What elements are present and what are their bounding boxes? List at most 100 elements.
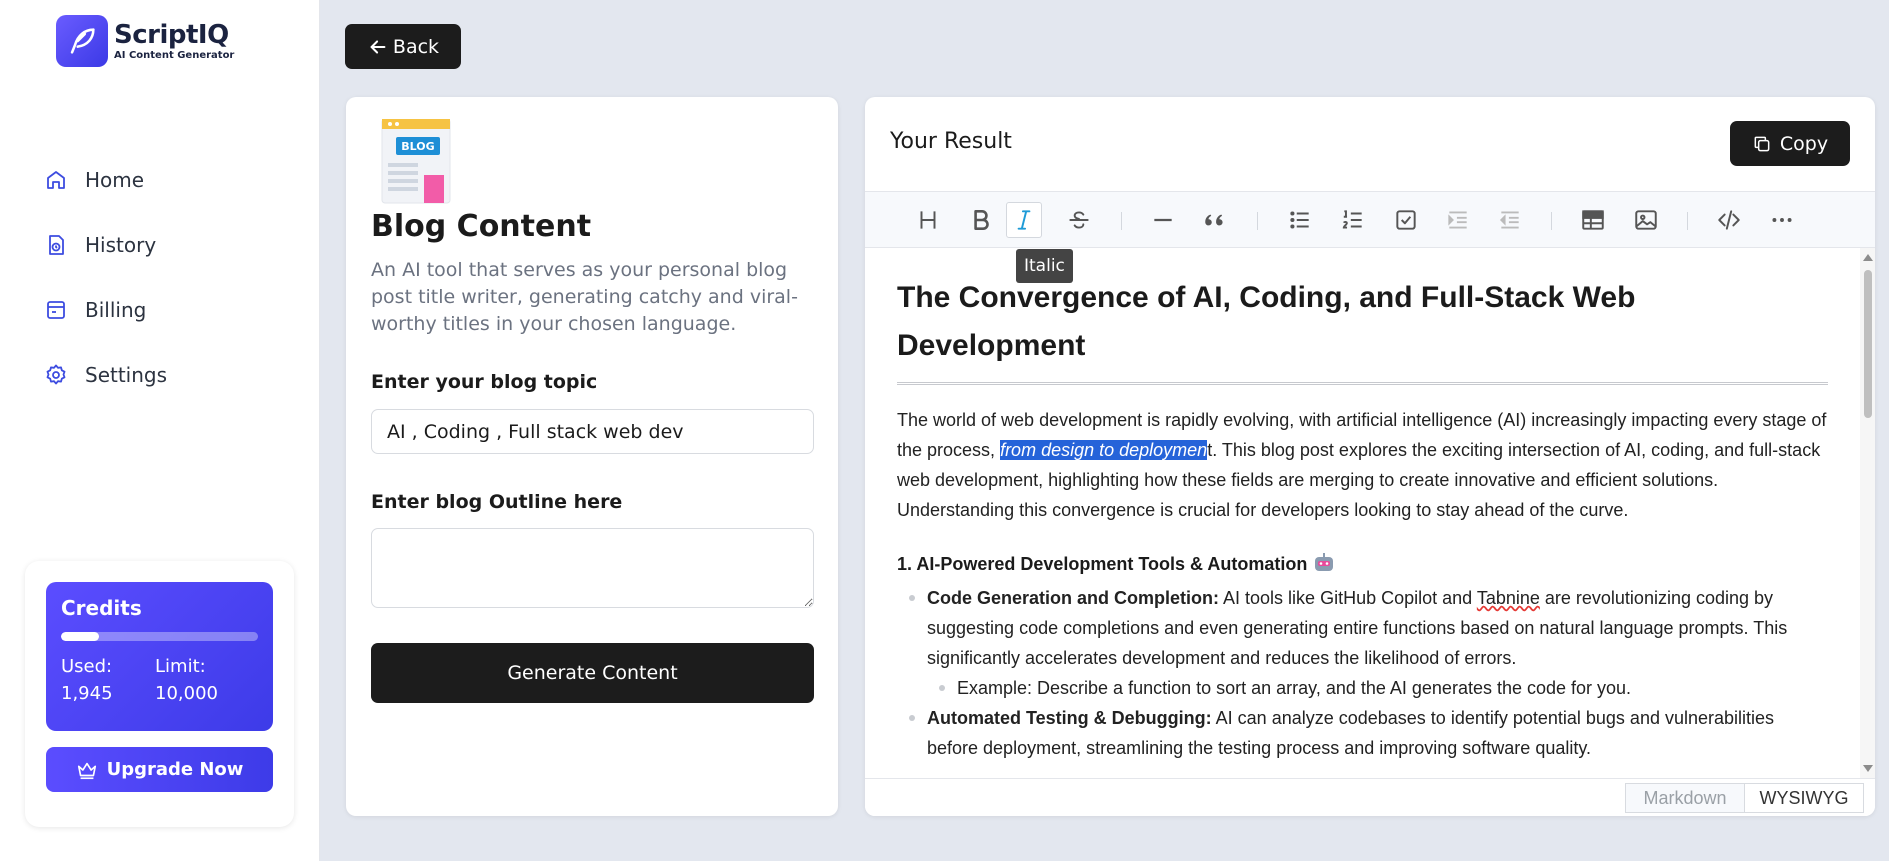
- credits-limit-label: Limit:: [155, 656, 206, 677]
- outline-label: Enter blog Outline here: [371, 491, 623, 513]
- blog-form-panel: BLOG Blog Content An AI tool that serves…: [346, 97, 838, 816]
- upgrade-label: Upgrade Now: [106, 759, 244, 780]
- credits-card: Credits Used: 1,945 Limit: 10,000 Upgrad…: [25, 561, 294, 827]
- bullet-list-button[interactable]: [1282, 202, 1318, 238]
- bold-button[interactable]: [963, 202, 999, 238]
- italic-icon: [1017, 210, 1031, 230]
- blog-badge-text: BLOG: [401, 140, 434, 153]
- wysiwyg-mode-tab[interactable]: WYSIWYG: [1744, 783, 1864, 813]
- credits-box: Credits Used: 1,945 Limit: 10,000: [46, 582, 273, 731]
- outdent-button[interactable]: [1492, 202, 1528, 238]
- table-icon: [1582, 210, 1604, 230]
- image-icon: [1635, 210, 1657, 230]
- section-heading: 1. AI-Powered Development Tools & Automa…: [897, 549, 1828, 579]
- strikethrough-button[interactable]: [1061, 202, 1097, 238]
- more-options-button[interactable]: [1764, 202, 1800, 238]
- editor-content[interactable]: The Convergence of AI, Coding, and Full-…: [865, 248, 1860, 778]
- indent-button[interactable]: [1440, 202, 1476, 238]
- outdent-icon: [1499, 211, 1519, 229]
- toolbar-divider: [1687, 212, 1688, 230]
- result-panel: Your Result Copy The Convergence of AI, …: [865, 97, 1875, 816]
- editor-scrollbar[interactable]: [1860, 248, 1875, 778]
- arrow-left-icon: [370, 39, 386, 54]
- checkbox-icon: [1396, 210, 1416, 230]
- copy-button[interactable]: Copy: [1730, 121, 1850, 166]
- sidebar-item-label: Billing: [85, 298, 147, 322]
- sidebar: ScriptIQ AI Content Generator Home Histo…: [0, 0, 320, 861]
- blog-newspaper-icon: BLOG: [381, 119, 451, 204]
- toolbar-divider: [1121, 212, 1122, 230]
- bullet-list-icon: [1290, 211, 1309, 229]
- topic-label: Enter your blog topic: [371, 371, 598, 393]
- sidebar-item-settings[interactable]: Settings: [44, 360, 167, 390]
- italic-tooltip: Italic: [1016, 249, 1073, 283]
- scroll-thumb[interactable]: [1864, 270, 1872, 418]
- strikethrough-icon: [1069, 211, 1089, 229]
- credits-limit-value: 10,000: [155, 683, 218, 704]
- history-icon: [49, 235, 64, 255]
- task-list-button[interactable]: [1388, 202, 1424, 238]
- document-intro: The world of web development is rapidly …: [897, 410, 1827, 520]
- copy-label: Copy: [1779, 132, 1829, 155]
- credits-used-label: Used:: [61, 656, 113, 677]
- numbered-list-button[interactable]: [1335, 202, 1371, 238]
- credits-title: Credits: [61, 596, 142, 620]
- more-horizontal-icon: [1772, 218, 1792, 222]
- robot-emoji-icon: [1315, 553, 1334, 571]
- credits-progress-fill: [61, 632, 100, 641]
- generate-label: Generate Content: [507, 662, 678, 684]
- back-label: Back: [392, 35, 440, 58]
- section-list: Code Generation and Completion: AI tools…: [897, 583, 1828, 763]
- horizontal-rule-button[interactable]: [1145, 202, 1181, 238]
- heading-icon: [920, 211, 936, 229]
- numbered-list-icon: [1342, 210, 1362, 229]
- list-item: Code Generation and Completion: AI tools…: [909, 583, 1828, 703]
- copy-icon: [1754, 136, 1770, 151]
- sidebar-item-label: Home: [85, 168, 145, 192]
- toolbar-divider: [1257, 212, 1258, 230]
- italic-button[interactable]: [1006, 202, 1042, 238]
- horizontal-line-icon: [1154, 218, 1172, 222]
- misspelled-word: Tabnine: [1476, 588, 1540, 608]
- list-item: Example: Describe a function to sort an …: [939, 673, 1828, 703]
- brand-name: ScriptIQ: [114, 20, 229, 50]
- selected-text: from design to deploymen: [1000, 440, 1208, 460]
- brand-tagline: AI Content Generator: [114, 50, 235, 61]
- table-button[interactable]: [1575, 202, 1611, 238]
- sidebar-nav: Home History Billing Settings: [44, 165, 167, 425]
- upgrade-now-button[interactable]: Upgrade Now: [46, 747, 273, 792]
- document-heading: The Convergence of AI, Coding, and Full-…: [897, 274, 1828, 385]
- credits-used-value: 1,945: [61, 683, 113, 704]
- rich-text-editor: The Convergence of AI, Coding, and Full-…: [865, 191, 1875, 816]
- image-button[interactable]: [1628, 202, 1664, 238]
- quote-button[interactable]: [1197, 202, 1233, 238]
- scroll-up-arrow[interactable]: [1863, 254, 1873, 261]
- code-icon: [1718, 210, 1740, 230]
- bold-icon: [974, 210, 989, 230]
- result-title: Your Result: [890, 129, 1012, 154]
- sidebar-item-label: History: [85, 233, 157, 257]
- sidebar-item-billing[interactable]: Billing: [44, 295, 167, 325]
- code-button[interactable]: [1711, 202, 1747, 238]
- sidebar-item-history[interactable]: History: [44, 230, 167, 260]
- blog-outline-input[interactable]: [371, 528, 814, 608]
- gear-icon: [46, 364, 66, 385]
- editor-toolbar: [865, 192, 1875, 248]
- list-item: Automated Testing & Debugging: AI can an…: [909, 703, 1828, 763]
- toolbar-divider: [1551, 212, 1552, 230]
- crown-icon: [77, 762, 96, 779]
- page-title: Blog Content: [371, 209, 592, 244]
- credits-progress-bar: [61, 632, 258, 641]
- page-description: An AI tool that serves as your personal …: [371, 259, 798, 335]
- editor-mode-bar: Markdown WYSIWYG: [865, 778, 1875, 816]
- feather-icon: [56, 15, 108, 67]
- generate-content-button[interactable]: Generate Content: [371, 643, 814, 703]
- scroll-down-arrow[interactable]: [1863, 765, 1873, 772]
- blog-topic-input[interactable]: [371, 409, 814, 454]
- sidebar-item-home[interactable]: Home: [44, 165, 167, 195]
- markdown-mode-tab[interactable]: Markdown: [1625, 783, 1745, 813]
- brand-logo[interactable]: ScriptIQ AI Content Generator: [56, 15, 234, 67]
- heading-button[interactable]: [910, 202, 946, 238]
- sidebar-item-label: Settings: [85, 363, 168, 387]
- back-button[interactable]: Back: [345, 24, 461, 69]
